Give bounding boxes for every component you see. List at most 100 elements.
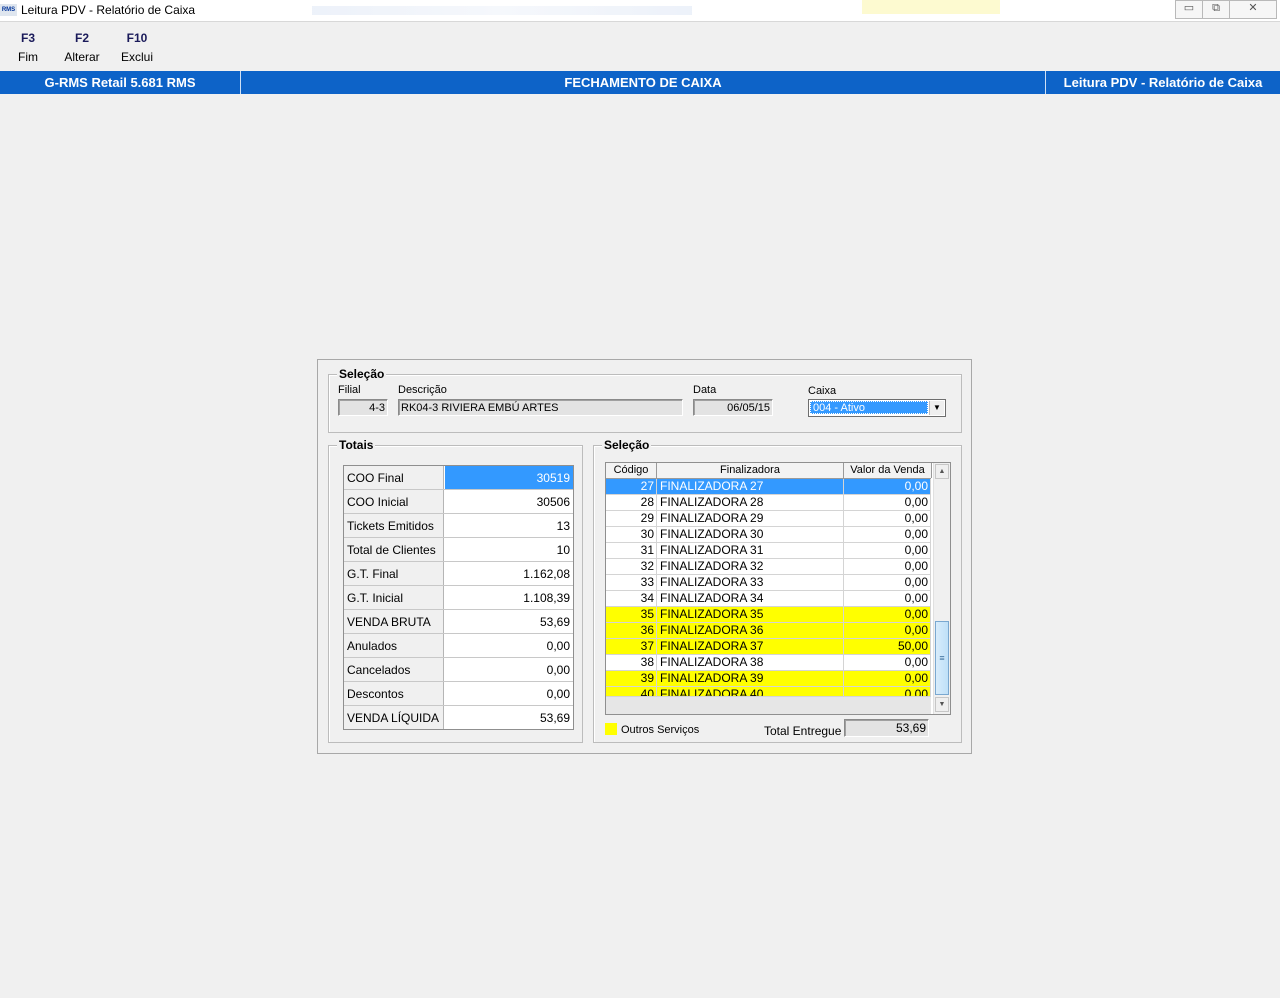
cell-codigo: 31 (606, 543, 657, 558)
totals-group: Totais COO Final 30519 COO Inicial 30506 T… (328, 438, 583, 743)
screen-title: Leitura PDV - Relatório de Caixa (1063, 75, 1263, 90)
fkey-alterar-button[interactable]: F2 Alterar (60, 31, 104, 64)
cell-valor[interactable]: 0,00 (844, 655, 931, 670)
grid-row[interactable]: 27 FINALIZADORA 27 0,00 (606, 479, 931, 495)
restore-button[interactable]: ⧉ (1202, 0, 1230, 19)
cell-valor[interactable]: 0,00 (844, 575, 931, 590)
fkey-fim-button[interactable]: F3 Fim (10, 31, 46, 64)
descricao-field[interactable]: RK04-3 RIVIERA EMBÚ ARTES (398, 399, 683, 416)
totals-row-value[interactable]: 30506 (445, 490, 573, 513)
titlebar-background-decoration-2 (862, 0, 1000, 14)
cell-finalizadora: FINALIZADORA 38 (657, 655, 844, 670)
horizontal-scrollbar[interactable] (606, 696, 931, 714)
totals-row[interactable]: COO Inicial 30506 (344, 490, 573, 514)
grid-row[interactable]: 34 FINALIZADORA 34 0,00 (606, 591, 931, 607)
totals-row[interactable]: Anulados 0,00 (344, 634, 573, 658)
totals-row[interactable]: VENDA BRUTA 53,69 (344, 610, 573, 634)
totals-row[interactable]: VENDA LÍQUIDA 53,69 (344, 706, 573, 729)
totals-row-label: Tickets Emitidos (344, 514, 444, 537)
chevron-down-icon[interactable]: ▼ (929, 401, 944, 415)
minimize-button[interactable]: ▭ (1175, 0, 1203, 19)
cell-valor[interactable]: 0,00 (844, 591, 931, 606)
grid-row[interactable]: 32 FINALIZADORA 32 0,00 (606, 559, 931, 575)
cell-finalizadora: FINALIZADORA 39 (657, 671, 844, 686)
totals-group-title: Totais (337, 438, 376, 452)
outros-servicos-swatch (605, 723, 617, 735)
caixa-select[interactable]: 004 - Ativo ▼ (808, 399, 946, 417)
filial-field[interactable]: 4-3 (338, 399, 388, 416)
totals-row-label: COO Final (344, 466, 444, 489)
totals-row-value[interactable]: 0,00 (445, 658, 573, 681)
totals-row-value[interactable]: 0,00 (445, 634, 573, 657)
totals-row[interactable]: G.T. Final 1.162,08 (344, 562, 573, 586)
grid-row[interactable]: 29 FINALIZADORA 29 0,00 (606, 511, 931, 527)
totals-row-value[interactable]: 30519 (445, 466, 573, 489)
close-button[interactable]: ✕ (1229, 0, 1277, 19)
cell-valor[interactable]: 0,00 (844, 527, 931, 542)
totals-row[interactable]: G.T. Inicial 1.108,39 (344, 586, 573, 610)
totals-row-value[interactable]: 53,69 (445, 610, 573, 633)
grid-row[interactable]: 28 FINALIZADORA 28 0,00 (606, 495, 931, 511)
totals-row[interactable]: Tickets Emitidos 13 (344, 514, 573, 538)
total-entregue-field[interactable]: 53,69 (844, 719, 929, 737)
totals-row-value[interactable]: 1.108,39 (445, 586, 573, 609)
totals-row-label: Cancelados (344, 658, 444, 681)
cell-codigo: 33 (606, 575, 657, 590)
totals-row[interactable]: Descontos 0,00 (344, 682, 573, 706)
totals-row[interactable]: Cancelados 0,00 (344, 658, 573, 682)
scroll-up-icon[interactable]: ▲ (935, 464, 949, 479)
grid-row[interactable]: 37 FINALIZADORA 37 50,00 (606, 639, 931, 655)
grid-row[interactable]: 35 FINALIZADORA 35 0,00 (606, 607, 931, 623)
fkey-exclui-button[interactable]: F10 Exclui (117, 31, 157, 64)
cell-valor[interactable]: 0,00 (844, 479, 931, 494)
cell-valor[interactable]: 0,00 (844, 559, 931, 574)
total-entregue-label: Total Entregue (764, 724, 842, 738)
fkey-action: Exclui (120, 50, 153, 64)
data-field[interactable]: 06/05/15 (693, 399, 773, 416)
column-header-codigo[interactable]: Código (606, 463, 657, 478)
cell-codigo: 36 (606, 623, 657, 638)
grid-row[interactable]: 36 FINALIZADORA 36 0,00 (606, 623, 931, 639)
totals-row-value[interactable]: 10 (445, 538, 573, 561)
scroll-thumb[interactable]: ≡ (935, 621, 949, 695)
totals-row-value[interactable]: 53,69 (445, 706, 573, 729)
cell-valor[interactable]: 0,00 (844, 511, 931, 526)
cell-valor[interactable]: 50,00 (844, 639, 931, 654)
finalizadoras-group-title: Seleção (602, 438, 652, 452)
totals-row-label: G.T. Final (344, 562, 444, 585)
finalizadoras-grid: Código Finalizadora Valor da Venda 27 FIN… (605, 462, 951, 715)
cell-finalizadora: FINALIZADORA 31 (657, 543, 844, 558)
totals-row-label: VENDA LÍQUIDA (344, 706, 444, 729)
grid-row[interactable]: 31 FINALIZADORA 31 0,00 (606, 543, 931, 559)
finalizadoras-group: Seleção Código Finalizadora Valor da Ven… (593, 438, 962, 743)
grid-row[interactable]: 33 FINALIZADORA 33 0,00 (606, 575, 931, 591)
totals-row-value[interactable]: 0,00 (445, 682, 573, 705)
scroll-down-icon[interactable]: ▼ (935, 697, 949, 712)
descricao-label: Descrição (398, 384, 447, 396)
fkey-action: Fim (18, 50, 38, 64)
cell-finalizadora: FINALIZADORA 36 (657, 623, 844, 638)
cell-valor[interactable]: 0,00 (844, 543, 931, 558)
vertical-scrollbar[interactable]: ▲ ≡ ▼ (933, 463, 950, 714)
column-header-valor[interactable]: Valor da Venda (844, 463, 932, 478)
totals-row-label: Anulados (344, 634, 444, 657)
totals-row-value[interactable]: 1.162,08 (445, 562, 573, 585)
totals-row[interactable]: Total de Clientes 10 (344, 538, 573, 562)
cell-valor[interactable]: 0,00 (844, 495, 931, 510)
grid-row[interactable]: 38 FINALIZADORA 38 0,00 (606, 655, 931, 671)
cell-codigo: 37 (606, 639, 657, 654)
cell-valor[interactable]: 0,00 (844, 623, 931, 638)
totals-row[interactable]: COO Final 30519 (344, 466, 573, 490)
fkey-label: F3 (20, 31, 35, 45)
cell-codigo: 29 (606, 511, 657, 526)
totals-table: COO Final 30519 COO Inicial 30506 Tickets … (343, 465, 574, 730)
grid-row[interactable]: 30 FINALIZADORA 30 0,00 (606, 527, 931, 543)
column-header-finalizadora[interactable]: Finalizadora (657, 463, 844, 478)
totals-row-label: COO Inicial (344, 490, 444, 513)
cell-valor[interactable]: 0,00 (844, 607, 931, 622)
totals-row-value[interactable]: 13 (445, 514, 573, 537)
fkey-label: F10 (126, 31, 148, 45)
grid-row[interactable]: 39 FINALIZADORA 39 0,00 (606, 671, 931, 687)
data-label: Data (693, 384, 717, 396)
cell-valor[interactable]: 0,00 (844, 671, 931, 686)
